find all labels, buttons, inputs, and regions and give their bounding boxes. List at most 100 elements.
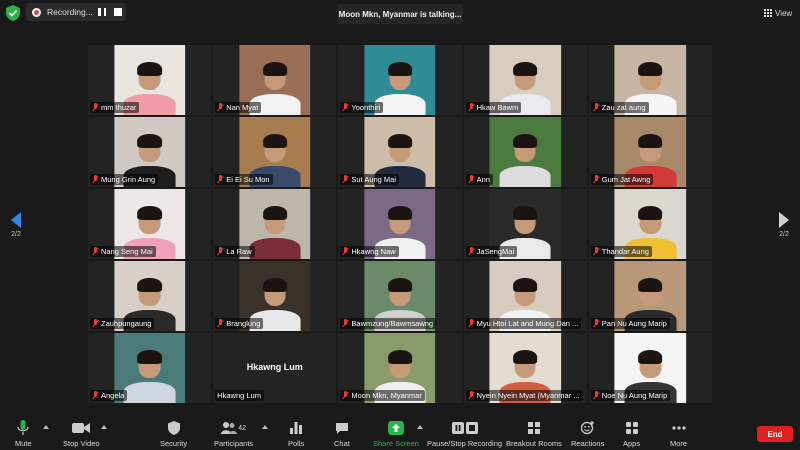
- participant-name-tag: Yoonthiri: [340, 102, 384, 113]
- microphone-icon: [17, 420, 29, 435]
- previous-page-button[interactable]: 2/2: [5, 212, 27, 238]
- muted-microphone-icon: [92, 319, 99, 328]
- recording-indicator: Recording...: [26, 3, 126, 21]
- participant-tile[interactable]: Sut Aung Mai: [338, 117, 462, 187]
- muted-microphone-icon: [342, 247, 349, 256]
- more-label: More: [670, 439, 688, 448]
- participant-name-tag: Moon Mkn, Myanmar: [340, 390, 425, 401]
- participant-name: Hkaw Bawm: [476, 103, 519, 112]
- participant-name-tag: mm thuzar: [90, 102, 140, 113]
- participant-name-tag: Hkaw Bawm: [465, 102, 522, 113]
- pause-recording-icon[interactable]: [98, 8, 106, 16]
- participants-count: 42: [238, 424, 246, 432]
- participant-name-tag: Nan Myat: [215, 102, 262, 113]
- record-dot-icon: [32, 7, 41, 17]
- share-screen-arrow-icon: [387, 421, 404, 435]
- participant-tile[interactable]: Branglung: [213, 261, 337, 331]
- participant-tile[interactable]: Yoonthiri: [338, 45, 462, 115]
- stop-video-button[interactable]: Stop Video: [63, 420, 100, 448]
- participant-tile[interactable]: Zau zat aung: [588, 45, 712, 115]
- participant-tile[interactable]: Ei Ei Su Mon: [213, 117, 337, 187]
- share-screen-button[interactable]: Share Screen: [373, 420, 419, 448]
- muted-microphone-icon: [468, 319, 475, 328]
- video-gallery: mm thuzar Nan Myat Yoonthiri Hkaw Bawm Zau z…: [88, 45, 712, 403]
- participant-name-tag: Mung Grin Aung: [90, 174, 159, 185]
- share-screen-label: Share Screen: [373, 439, 419, 448]
- pause-stop-recording-label: Pause/Stop Recording: [427, 439, 503, 448]
- stop-recording-icon[interactable]: [114, 8, 122, 16]
- participant-tile[interactable]: Pan Nu Aung Marip: [588, 261, 712, 331]
- more-button[interactable]: More: [670, 420, 687, 448]
- next-page-button[interactable]: 2/2: [773, 212, 795, 238]
- participant-tile[interactable]: Hkawng Naw: [338, 189, 462, 259]
- breakout-rooms-button[interactable]: Breakout Rooms: [506, 420, 562, 448]
- security-button[interactable]: Security: [160, 420, 187, 448]
- grid-view-icon: [764, 9, 772, 17]
- participant-tile[interactable]: Gum Jat Awng: [588, 117, 712, 187]
- pause-stop-icon: [451, 422, 478, 434]
- participant-name: JaSengMai: [476, 247, 515, 256]
- participant-name: Branglung: [226, 319, 261, 328]
- apps-label: Apps: [623, 439, 641, 448]
- participant-tile[interactable]: JaSengMai: [463, 189, 587, 259]
- participant-tile[interactable]: Thandar Aung: [588, 189, 712, 259]
- participant-tile[interactable]: Zauhpungaung: [88, 261, 212, 331]
- polls-button[interactable]: Polls: [288, 420, 304, 448]
- participants-button[interactable]: 42 Participants: [214, 420, 253, 448]
- muted-microphone-icon: [593, 247, 600, 256]
- pause-stop-recording-button[interactable]: Pause/Stop Recording: [427, 420, 502, 448]
- view-button[interactable]: View: [764, 5, 792, 21]
- participant-tile[interactable]: Angela: [88, 333, 212, 403]
- participant-tile[interactable]: Nyein Nyein Myat (Myanmar ...: [463, 333, 587, 403]
- reactions-button[interactable]: Reactions: [571, 420, 604, 448]
- end-meeting-button[interactable]: End: [757, 426, 793, 442]
- stop-video-label: Stop Video: [63, 439, 100, 448]
- participant-tile[interactable]: Moon Mkn, Myanmar: [338, 333, 462, 403]
- participant-tile[interactable]: Nang Seng Mai: [88, 189, 212, 259]
- participant-name: mm thuzar: [101, 103, 137, 112]
- participant-tile[interactable]: mm thuzar: [88, 45, 212, 115]
- chat-button[interactable]: Chat: [334, 420, 350, 448]
- participant-name: La Raw: [226, 247, 252, 256]
- more-dots-icon: [671, 426, 686, 430]
- page-indicator-right: 2/2: [779, 231, 789, 238]
- participant-name: Bawmzung/Bawmsawng: [351, 319, 434, 328]
- participant-tile[interactable]: Ann: [463, 117, 587, 187]
- participants-label: Participants: [214, 439, 254, 448]
- participant-name-tag: Sut Aung Mai: [340, 174, 400, 185]
- participants-options-chevron-icon[interactable]: [262, 425, 268, 429]
- video-options-chevron-icon[interactable]: [101, 425, 107, 429]
- participant-name-tag: Hkawng Lum: [215, 390, 264, 401]
- participant-tile[interactable]: Mung Grin Aung: [88, 117, 212, 187]
- participant-tile[interactable]: Nan Myat: [213, 45, 337, 115]
- participant-name: Angela: [101, 391, 125, 400]
- share-options-chevron-icon[interactable]: [417, 425, 423, 429]
- participant-name: Yoonthiri: [351, 103, 381, 112]
- participant-name-tag: Thandar Aung: [590, 246, 652, 257]
- muted-microphone-icon: [468, 175, 475, 184]
- participant-tile[interactable]: Noe Nu Aung Marip: [588, 333, 712, 403]
- participant-name: Zau zat aung: [601, 103, 646, 112]
- chat-bubble-icon: [335, 422, 348, 434]
- participant-name: Gum Jat Awng: [601, 175, 651, 184]
- participant-name: Sut Aung Mai: [351, 175, 397, 184]
- muted-microphone-icon: [468, 103, 475, 112]
- participant-name: Hkawng Naw: [351, 247, 396, 256]
- mute-button[interactable]: Mute: [15, 420, 32, 448]
- muted-microphone-icon: [217, 175, 224, 184]
- participant-tile[interactable]: Myu Htoi Lat and Mung Dan ...: [463, 261, 587, 331]
- shield-check-icon[interactable]: [6, 5, 20, 21]
- muted-microphone-icon: [92, 175, 99, 184]
- muted-microphone-icon: [217, 319, 224, 328]
- participant-tile[interactable]: La Raw: [213, 189, 337, 259]
- participant-name-tag: Myu Htoi Lat and Mung Dan ...: [465, 318, 582, 329]
- audio-options-chevron-icon[interactable]: [43, 425, 49, 429]
- participant-tile[interactable]: Bawmzung/Bawmsawng: [338, 261, 462, 331]
- participant-name: Moon Mkn, Myanmar: [351, 391, 422, 400]
- muted-microphone-icon: [468, 247, 475, 256]
- apps-button[interactable]: Apps: [623, 420, 640, 448]
- participant-name: Mung Grin Aung: [101, 175, 156, 184]
- participant-tile[interactable]: Hkaw Bawm: [463, 45, 587, 115]
- participant-tile[interactable]: Hkawng Lum Hkawng Lum: [213, 333, 337, 403]
- participant-name: Noe Nu Aung Marip: [601, 391, 668, 400]
